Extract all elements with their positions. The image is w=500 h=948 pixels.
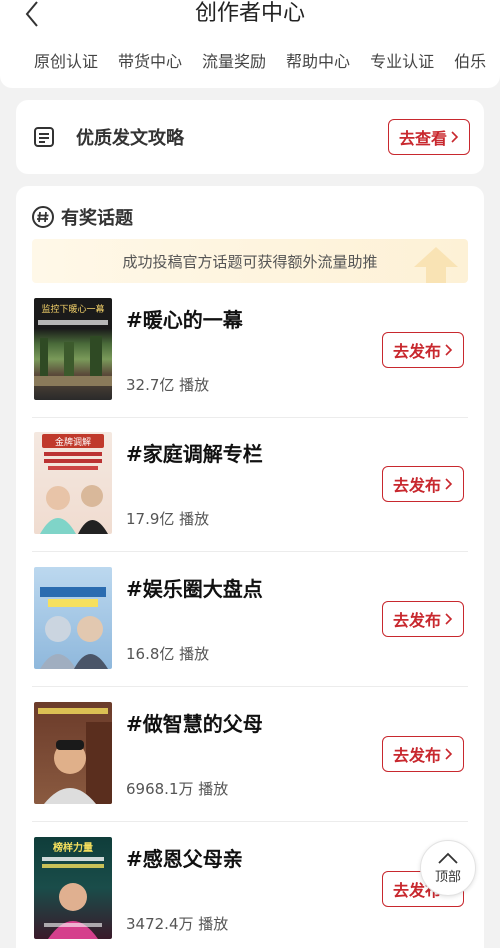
- topic-name: #家庭调解专栏: [126, 442, 263, 466]
- thumbnail-art: 榜样力量: [42, 841, 104, 939]
- chevron-right-icon: [445, 478, 453, 490]
- thumbnail-caption: 榜样力量: [53, 841, 93, 854]
- nav-item-professional[interactable]: 专业认证: [370, 48, 434, 72]
- topic-thumbnail: [34, 567, 112, 669]
- header: 创作者中心 原创认证 带货中心 流量奖励 帮助中心 专业认证 伯乐: [0, 0, 500, 88]
- chevron-right-icon: [445, 748, 453, 760]
- up-arrow-icon: [414, 247, 458, 267]
- publish-label: 去发布: [392, 476, 441, 495]
- topic-plays: 16.8亿 播放: [126, 645, 210, 663]
- topic-thumbnail: 金牌调解: [34, 432, 112, 534]
- page-title: 创作者中心: [194, 1, 305, 26]
- nav-item-bole[interactable]: 伯乐: [454, 48, 486, 72]
- reward-topics-card: 有奖话题 成功投稿官方话题可获得额外流量助推 监控下暖心一幕 #暖心的一幕 32…: [16, 186, 484, 948]
- divider: [32, 551, 468, 552]
- publish-label: 去发布: [392, 342, 441, 361]
- topic-item[interactable]: #做智慧的父母 6968.1万 播放 去发布: [32, 702, 468, 812]
- topic-name: #娱乐圈大盘点: [126, 577, 263, 601]
- topic-plays: 6968.1万 播放: [126, 780, 229, 798]
- creator-nav: 原创认证 带货中心 流量奖励 帮助中心 专业认证 伯乐: [34, 48, 486, 72]
- back-to-top-label: 顶部: [434, 869, 461, 885]
- up-arrow-stem: [426, 266, 446, 283]
- strategy-card: 优质发文攻略 去查看: [16, 100, 484, 174]
- topic-item[interactable]: 榜样力量 #感恩父母亲 3472.4万 播放 去发布: [32, 837, 468, 947]
- publish-button[interactable]: 去发布: [382, 332, 464, 368]
- nav-item-help[interactable]: 帮助中心: [286, 48, 350, 72]
- thumbnail-caption: 监控下暖心一幕: [41, 303, 104, 315]
- hashtag-icon: [32, 206, 54, 228]
- thumbnail-art: 监控下暖心一幕: [34, 303, 112, 386]
- topic-name: #暖心的一幕: [126, 308, 243, 332]
- publish-label: 去发布: [392, 611, 441, 630]
- nav-item-original[interactable]: 原创认证: [34, 48, 98, 72]
- divider: [32, 821, 468, 822]
- topic-item[interactable]: 监控下暖心一幕 #暖心的一幕 32.7亿 播放 去发布: [32, 298, 468, 408]
- topic-item[interactable]: 金牌调解 #家庭调解专栏 17.9亿 播放 去发布: [32, 432, 468, 542]
- document-icon: [34, 127, 54, 147]
- thumbnail-art: [40, 587, 108, 669]
- publish-button[interactable]: 去发布: [382, 736, 464, 772]
- topics-label: 有奖话题: [61, 208, 133, 229]
- thumbnail-caption: 金牌调解: [55, 436, 91, 448]
- publish-label: 去发布: [392, 746, 441, 765]
- chevron-up-icon: [438, 852, 458, 864]
- chevron-right-icon: [445, 344, 453, 356]
- topic-plays: 17.9亿 播放: [126, 510, 210, 528]
- thumbnail-art: [38, 708, 112, 804]
- publish-button[interactable]: 去发布: [382, 466, 464, 502]
- nav-item-commerce[interactable]: 带货中心: [118, 48, 182, 72]
- topic-thumbnail: [34, 702, 112, 804]
- back-to-top-button[interactable]: 顶部: [420, 840, 476, 896]
- topic-name: #做智慧的父母: [126, 712, 263, 736]
- topic-thumbnail: 监控下暖心一幕: [34, 298, 112, 400]
- topic-item[interactable]: #娱乐圈大盘点 16.8亿 播放 去发布: [32, 567, 468, 677]
- topic-name: #感恩父母亲: [126, 847, 243, 871]
- divider: [32, 417, 468, 418]
- view-strategy-label: 去查看: [398, 129, 447, 148]
- publish-button[interactable]: 去发布: [382, 601, 464, 637]
- chevron-right-icon: [445, 613, 453, 625]
- chevron-right-icon: [451, 131, 459, 143]
- strategy-label: 优质发文攻略: [76, 128, 184, 149]
- thumbnail-art: 金牌调解: [40, 434, 108, 534]
- topic-plays: 32.7亿 播放: [126, 376, 210, 394]
- nav-item-traffic-reward[interactable]: 流量奖励: [202, 48, 266, 72]
- view-strategy-button[interactable]: 去查看: [388, 119, 470, 155]
- banner-text: 成功投稿官方话题可获得额外流量助推: [122, 252, 378, 271]
- topic-thumbnail: 榜样力量: [34, 837, 112, 939]
- topic-plays: 3472.4万 播放: [126, 915, 229, 933]
- traffic-banner: 成功投稿官方话题可获得额外流量助推: [32, 239, 468, 283]
- divider: [32, 686, 468, 687]
